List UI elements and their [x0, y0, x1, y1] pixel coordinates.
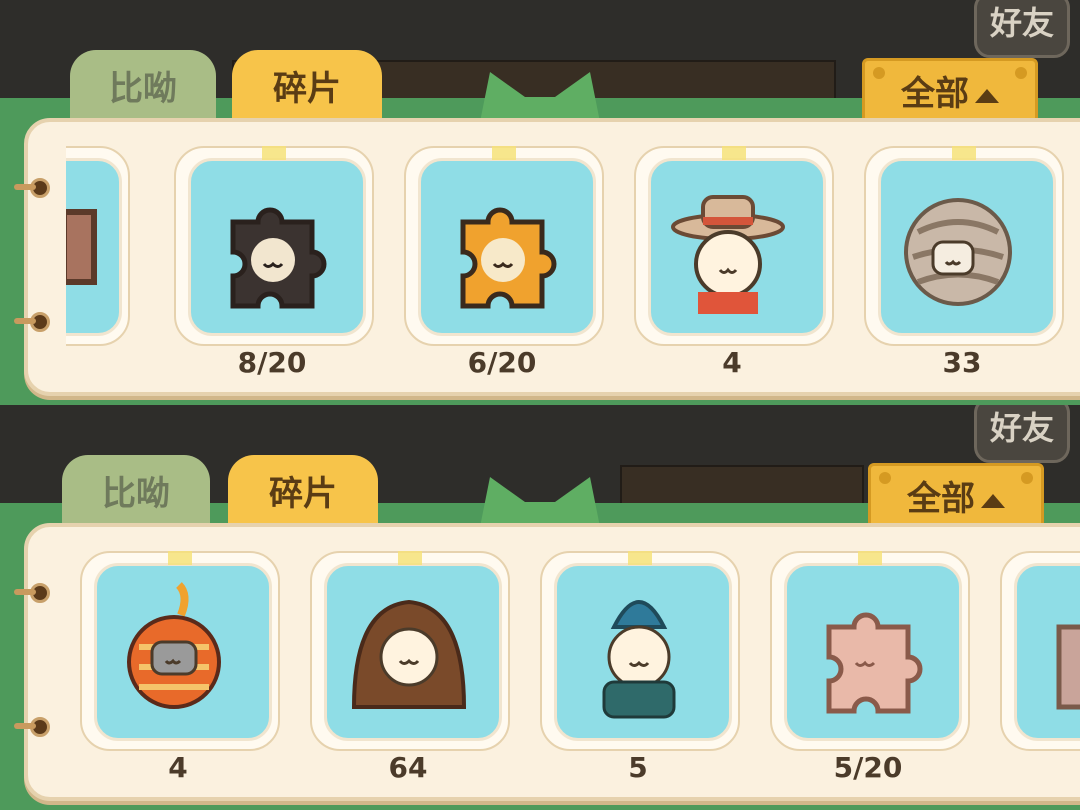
puzzle-piece-icon [1056, 624, 1080, 710]
item-slot[interactable]: 0 [66, 146, 130, 376]
filter-label: 全部 [901, 74, 969, 114]
item-slot[interactable]: 4 [80, 551, 280, 781]
item-count: 5 [628, 751, 648, 781]
paw-icon [1015, 67, 1027, 79]
binder-rope [14, 184, 36, 190]
top-panel: 好友 比呦 碎片 全部 0 [0, 0, 1080, 405]
samurai-cat-icon [127, 582, 221, 709]
caret-up-icon [981, 493, 1005, 508]
binder-rope [14, 318, 36, 324]
item-slot[interactable] [1000, 551, 1080, 781]
puzzle-piece-icon [460, 207, 557, 309]
item-count: 6/20 [467, 346, 537, 376]
paw-icon [873, 67, 885, 79]
filter-label: 全部 [907, 479, 975, 519]
item-slot[interactable]: 5/20 [770, 551, 970, 781]
item-count: 0 [66, 346, 126, 376]
item-count: 33 [942, 346, 982, 376]
item-slot[interactable]: 8/20 [174, 146, 374, 376]
paw-icon [879, 472, 891, 484]
item-count: 5/20 [833, 751, 903, 781]
tab-fragments[interactable]: 碎片 [232, 50, 382, 120]
bottom-panel: 好友 比呦 碎片 全部 4 64 5 5/20 [0, 405, 1080, 810]
item-list[interactable]: 0 8/20 6/20 [66, 146, 1080, 376]
item-count: 8/20 [237, 346, 307, 376]
item-count: 64 [388, 751, 428, 781]
cowboy-cat-icon [671, 195, 785, 314]
hooded-cat-icon [351, 599, 467, 709]
tab-fragments[interactable]: 碎片 [228, 455, 378, 525]
item-slot[interactable]: 6/20 [404, 146, 604, 376]
puzzle-piece-icon [66, 209, 97, 285]
item-slot[interactable]: 64 [310, 551, 510, 781]
item-slot[interactable]: 4 [634, 146, 834, 376]
tabby-cat-icon [904, 198, 1012, 306]
binder-holes [14, 122, 58, 392]
item-count: 4 [722, 346, 742, 376]
friends-button[interactable]: 好友 [974, 405, 1070, 463]
cat-ears-icon [480, 477, 600, 527]
paw-icon [1021, 472, 1033, 484]
caret-up-icon [975, 88, 999, 103]
puzzle-piece-icon [230, 207, 327, 309]
friends-button[interactable]: 好友 [974, 0, 1070, 58]
item-count: 4 [168, 751, 188, 781]
puzzle-piece-icon [826, 612, 923, 714]
item-list[interactable]: 4 64 5 5/20 [20, 551, 1080, 781]
tab-biyou[interactable]: 比呦 [70, 50, 216, 120]
item-slot[interactable]: 33 [864, 146, 1064, 376]
tab-biyou[interactable]: 比呦 [62, 455, 210, 525]
police-cat-icon [602, 600, 676, 719]
item-slot[interactable]: 5 [540, 551, 740, 781]
cat-ears-icon [480, 72, 600, 122]
